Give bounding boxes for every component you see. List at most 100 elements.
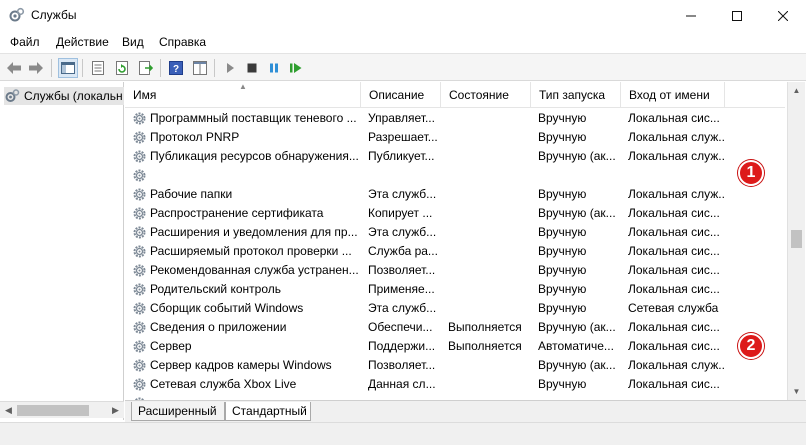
service-name: Сервер <box>150 339 192 353</box>
table-row[interactable]: Родительский контроль Применяе... Вручную Л… <box>125 280 785 299</box>
service-name: Сервер кадров камеры Windows <box>150 358 332 372</box>
service-status <box>448 261 530 280</box>
service-status: Выполняется <box>448 339 522 353</box>
table-row[interactable]: Распространение сертификата Копирует ... В… <box>125 204 785 223</box>
table-row[interactable]: Сборщик событий Windows Эта служб... Вручн… <box>125 299 785 318</box>
back-arrow-icon <box>7 62 21 74</box>
table-row[interactable]: Протокол PNRP Разрешает... Вручную Локальна… <box>125 128 785 147</box>
menu-file[interactable]: Файл <box>10 35 40 49</box>
status-bar <box>0 422 806 445</box>
annotation-badge-2: 2 <box>738 333 764 359</box>
service-name: Родительский контроль <box>150 282 281 296</box>
window-title: Службы <box>31 8 77 22</box>
service-log-on-as: Локальная сис... <box>628 244 720 258</box>
maximize-button[interactable] <box>714 0 760 31</box>
tree-horizontal-scrollbar[interactable]: ◀ ▶ <box>0 401 124 418</box>
service-gear-icon <box>133 226 146 239</box>
list-vertical-scrollbar[interactable]: ▲ ▼ <box>787 82 805 400</box>
tab-extended[interactable]: Расширенный <box>131 402 225 421</box>
column-startup-type[interactable]: Тип запуска <box>531 82 621 108</box>
scroll-down-icon[interactable]: ▼ <box>788 383 805 400</box>
menu-view[interactable]: Вид <box>122 35 144 49</box>
column-header: ▲ Имя Описание Состояние Тип запуска Вхо… <box>125 82 785 108</box>
service-gear-icon <box>133 321 146 334</box>
service-startup-type: Вручную <box>538 301 587 315</box>
stop-service-button[interactable] <box>242 58 262 78</box>
tab-standard[interactable]: Стандартный <box>225 402 311 421</box>
service-description: Управляет... <box>368 111 435 125</box>
service-startup-type: Вручную <box>538 130 587 144</box>
service-name: Расширяемый протокол проверки ... <box>150 244 352 258</box>
close-button[interactable] <box>760 0 806 31</box>
restart-service-button[interactable] <box>286 58 306 78</box>
table-row[interactable]: Расширяемый протокол проверки ... Служба … <box>125 242 785 261</box>
back-button[interactable] <box>4 58 24 78</box>
services-list: ▲ Имя Описание Состояние Тип запуска Вхо… <box>125 82 806 400</box>
column-log-on-as[interactable]: Вход от имени <box>621 82 725 108</box>
table-row[interactable]: Сведения о приложении Обеспечи... Выполняе… <box>125 318 785 337</box>
service-gear-icon <box>133 283 146 296</box>
annotation-badge-1: 1 <box>738 160 764 186</box>
service-gear-icon <box>133 378 146 391</box>
menu-help[interactable]: Справка <box>159 35 206 49</box>
table-row[interactable]: Сервер кадров камеры Windows Позволяет...… <box>125 356 785 375</box>
service-description: Данная сл... <box>368 377 436 391</box>
menu-bar: Файл Действие Вид Справка <box>0 31 806 53</box>
title-bar: Службы <box>0 0 806 31</box>
forward-button[interactable] <box>26 58 46 78</box>
show-hide-tree-button[interactable] <box>58 58 78 78</box>
start-service-button[interactable] <box>220 58 240 78</box>
table-row[interactable]: Публикация ресурсов обнаружения... Публик… <box>125 147 785 166</box>
pause-service-button[interactable] <box>264 58 284 78</box>
tree-item-services-local[interactable]: Службы (локальн <box>4 87 124 105</box>
service-description: Эта служб... <box>368 187 437 201</box>
table-row[interactable]: Рабочие папки Эта служб... Вручную Локальна… <box>125 185 785 204</box>
restart-service-icon <box>290 63 302 73</box>
scroll-right-icon[interactable]: ▶ <box>107 402 124 419</box>
help-button[interactable]: ? <box>166 58 186 78</box>
scroll-up-icon[interactable]: ▲ <box>788 82 805 99</box>
properties-button[interactable] <box>88 58 108 78</box>
service-name: Публикация ресурсов обнаружения... <box>150 149 359 163</box>
service-description: Эта служб... <box>368 301 437 315</box>
service-log-on-as: Локальная сис... <box>628 206 720 220</box>
service-description: Создает и ... <box>368 168 438 182</box>
tree-item-label: Службы (локальн <box>24 89 123 103</box>
scroll-left-icon[interactable]: ◀ <box>0 402 17 419</box>
service-gear-icon <box>133 245 146 258</box>
refresh-button[interactable] <box>112 58 132 78</box>
service-startup-type: Автоматиче... <box>538 339 614 353</box>
table-row[interactable]: Программный поставщик теневого ... Управл… <box>125 109 785 128</box>
service-log-on-as: Локальная служ... <box>628 149 724 163</box>
table-row[interactable]: Расширения и уведомления для пр... Эта сл… <box>125 223 785 242</box>
service-gear-icon <box>133 264 146 277</box>
export-list-button[interactable] <box>136 58 156 78</box>
service-name: Расширения и уведомления для пр... <box>150 225 358 239</box>
show-hide-tree-icon <box>61 62 75 74</box>
column-status[interactable]: Состояние <box>441 82 531 108</box>
service-name: Рабочая станция <box>150 168 246 182</box>
table-row[interactable]: Рекомендованная служба устранен... Позвол… <box>125 261 785 280</box>
service-status <box>448 242 530 261</box>
table-row[interactable]: Рабочая станция Создает и ... Выполняется А… <box>125 166 785 185</box>
scrollbar-thumb[interactable] <box>791 230 802 248</box>
service-status <box>448 375 530 394</box>
service-gear-icon <box>133 188 146 201</box>
toolbar-separator <box>160 59 161 77</box>
service-name: Рекомендованная служба устранен... <box>150 263 359 277</box>
table-row[interactable]: Сервер Поддержи... Выполняется Автоматиче..… <box>125 337 785 356</box>
menu-action[interactable]: Действие <box>56 35 109 49</box>
scrollbar-thumb[interactable] <box>17 405 89 416</box>
table-row[interactable]: Сетевая служба Xbox Live Данная сл... Вруч… <box>125 375 785 394</box>
service-startup-type: Вручную (ак... <box>538 149 616 163</box>
service-log-on-as: Сетевая служба <box>628 301 719 315</box>
service-startup-type: Вручную <box>538 244 587 258</box>
column-name[interactable]: Имя <box>125 82 361 108</box>
minimize-button[interactable] <box>668 0 714 31</box>
service-status <box>448 128 530 147</box>
service-startup-type: Автоматиче... <box>538 168 614 182</box>
service-status <box>448 299 530 318</box>
svg-text:?: ? <box>173 64 179 75</box>
column-description[interactable]: Описание <box>361 82 441 108</box>
action-pane-button[interactable] <box>190 58 210 78</box>
